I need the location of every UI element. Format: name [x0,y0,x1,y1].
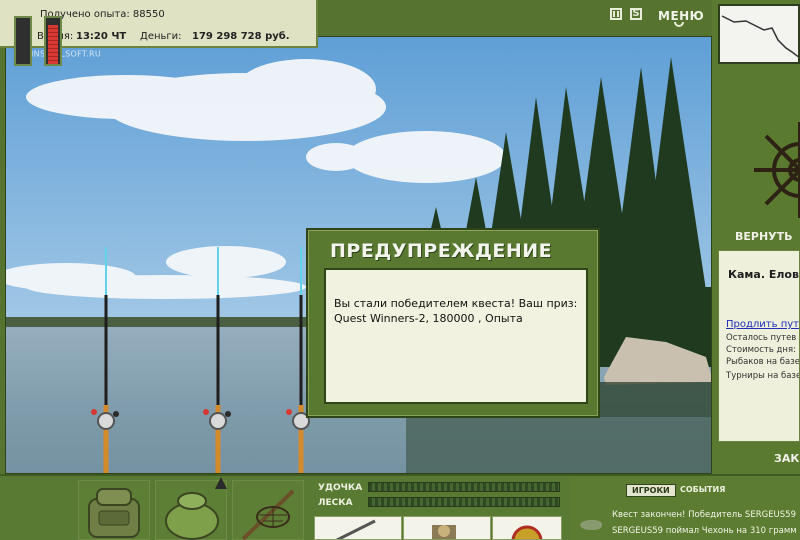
location-title: Кама. Елов [728,268,799,281]
return-button[interactable]: ВЕРНУТЬ [735,230,793,243]
game-screen: Получено опыта: 88550 Время: 13:20 ЧТ Де… [0,0,800,540]
dialog-title: ПРЕДУПРЕЖДЕНИЕ [330,240,553,262]
chat-message: Квест закончен! Победитель SERGEUS59 [612,510,796,520]
bag-icon [165,492,219,540]
line-spool-icon [511,525,543,539]
fish-icon [580,520,602,530]
dialog-message-box: Вы стали победителем квеста! Ваш приз: Q… [324,268,588,404]
money-label: Деньги: [140,31,182,42]
minimap[interactable] [718,4,800,64]
remaining-trip-row: Осталось путев [726,333,797,343]
menu-gear-icon [674,22,684,27]
dialog-message: Вы стали победителем квеста! Ваш приз: Q… [334,297,578,325]
minimap-shore-line [721,15,798,58]
warning-dialog: ПРЕДУПРЕЖДЕНИЕ Вы стали победителем квес… [306,228,600,418]
rod-gauge-label: УДОЧКА [318,483,363,493]
anglers-on-base-row: Рыбаков на базе [726,357,800,367]
backpack-slot[interactable] [78,480,150,540]
money-value: 179 298 728 руб. [192,31,290,42]
arrow-up-icon[interactable] [215,477,227,489]
ship-wheel-icon [752,120,800,224]
rod-icon [335,519,376,539]
location-info-box: Кама. Елов Продлить путе Осталось путев … [718,250,800,442]
net-slot[interactable] [232,480,304,540]
tackle-slot-reel[interactable] [403,516,491,540]
tab-events[interactable]: СОБЫТИЯ [680,485,725,494]
tournaments-row: Турниры на базе [726,371,800,381]
landing-net-icon [241,489,295,540]
bag-slot[interactable] [155,480,227,540]
watermark-text: INSTALLSOFT.RU [31,49,102,59]
chat-message: SERGEUS59 поймал Чехонь на 310 грамм [612,526,797,536]
fishing-rod-1[interactable] [91,247,119,474]
sound-button[interactable]: S [630,8,642,20]
meter-left [14,16,32,66]
pause-button[interactable] [610,8,622,20]
menu-button[interactable]: МЕНЮ [658,9,704,23]
chat-panel: ИГРОКИ СОБЫТИЯ Квест закончен! Победител… [570,476,800,540]
tackle-slot-rod[interactable] [314,516,402,540]
day-cost-row: Стоимость дня: [726,345,796,355]
time-value: 13:20 ЧТ [76,31,127,42]
backpack-icon [88,488,140,538]
extend-trip-link[interactable]: Продлить путе [726,319,799,330]
meter-right-fill [48,24,58,64]
reel-icon [432,525,456,539]
meter-right [44,16,62,66]
finish-button[interactable]: ЗАК [774,452,799,465]
fishing-rod-2[interactable] [203,247,231,474]
rod-tension-gauge [368,482,560,492]
tackle-slot-line[interactable] [492,516,562,540]
tab-players[interactable]: ИГРОКИ [626,484,676,497]
line-tension-gauge [368,497,560,507]
line-gauge-label: ЛЕСКА [318,498,353,508]
